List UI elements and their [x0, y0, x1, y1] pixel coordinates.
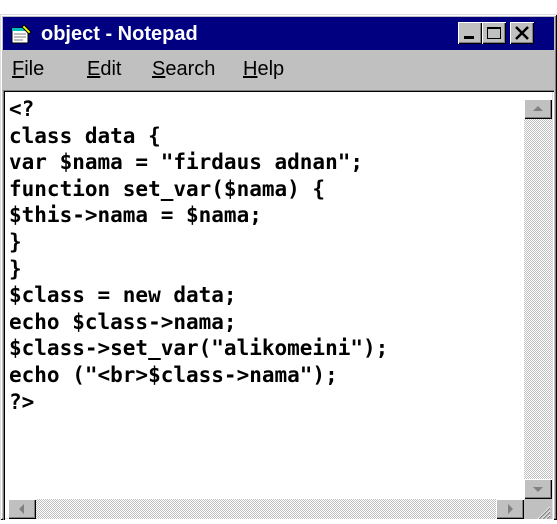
arrow-left-icon: [19, 504, 24, 514]
notepad-icon[interactable]: [9, 23, 33, 45]
code-line: class data {: [9, 123, 161, 148]
code-line: ?>: [9, 389, 35, 414]
arrow-down-icon: [533, 487, 543, 492]
resize-grip-icon: [537, 506, 551, 520]
code-line: echo $class->nama;: [9, 309, 237, 334]
vertical-scrollbar[interactable]: [524, 99, 552, 499]
scroll-down-button[interactable]: [524, 479, 552, 499]
code-line: $class->set_var("alikomeini");: [9, 336, 389, 361]
menu-search[interactable]: Search: [152, 56, 215, 82]
close-button[interactable]: [510, 22, 534, 44]
menu-file[interactable]: File: [12, 56, 44, 82]
size-grip[interactable]: [524, 499, 552, 520]
close-icon: [515, 26, 529, 40]
menu-bar: File Edit Search Help: [3, 52, 554, 86]
code-line: echo ("<br>$class->nama");: [9, 362, 338, 387]
code-line: }: [9, 229, 22, 254]
text-editor[interactable]: <? class data { var $nama = "firdaus adn…: [3, 90, 554, 520]
horizontal-scrollbar[interactable]: [8, 499, 524, 519]
code-line: $this->nama = $nama;: [9, 203, 262, 228]
minimize-icon: [464, 36, 474, 39]
title-bar[interactable]: object - Notepad: [3, 17, 554, 50]
notepad-window: object - Notepad File Edit Search Help <…: [0, 14, 557, 520]
menu-edit[interactable]: Edit: [87, 56, 121, 82]
scroll-left-button[interactable]: [8, 499, 36, 519]
code-line: $class = new data;: [9, 283, 237, 308]
scroll-right-button[interactable]: [496, 499, 524, 519]
minimize-button[interactable]: [458, 22, 482, 44]
code-line: }: [9, 256, 22, 281]
code-text[interactable]: <? class data { var $nama = "firdaus adn…: [9, 96, 509, 415]
arrow-right-icon: [508, 504, 513, 514]
maximize-icon: [487, 27, 501, 39]
scroll-up-button[interactable]: [524, 99, 552, 119]
window-title: object - Notepad: [41, 23, 198, 45]
code-line: var $nama = "firdaus adnan";: [9, 150, 364, 175]
code-line: function set_var($nama) {: [9, 176, 326, 201]
menu-help[interactable]: Help: [243, 56, 284, 82]
maximize-button[interactable]: [482, 22, 506, 44]
arrow-up-icon: [533, 106, 543, 111]
code-line: <?: [9, 97, 35, 121]
